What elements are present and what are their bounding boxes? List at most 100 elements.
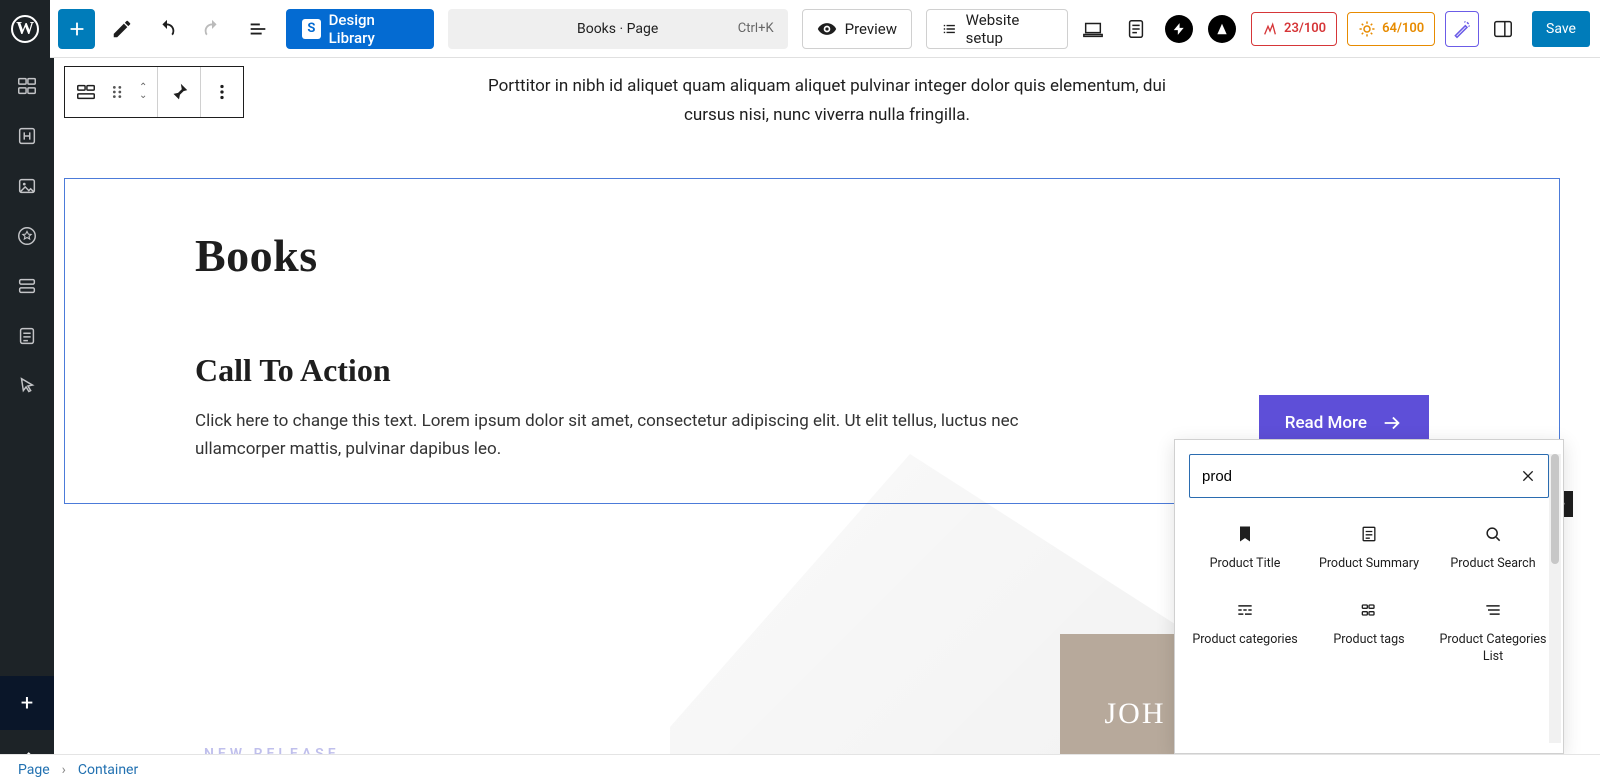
block-parent-segment[interactable] — [158, 67, 201, 117]
sidebar-toggle-button[interactable] — [1485, 9, 1522, 49]
document-title-text: Books · Page — [577, 21, 658, 37]
save-button[interactable]: Save — [1532, 11, 1590, 47]
page-icon — [1125, 18, 1147, 40]
categories-icon — [1233, 598, 1257, 622]
image-icon — [16, 175, 38, 197]
cta-heading[interactable]: Call To Action — [195, 352, 1219, 389]
eye-icon — [817, 19, 837, 39]
inserter-item-label: Product Categories List — [1437, 632, 1549, 665]
editor-canvas: ⌃⌄ Porttitor in nibh id aliquet quam ali… — [54, 58, 1600, 754]
website-setup-label: Website setup — [966, 11, 1054, 47]
container-icon — [75, 81, 97, 103]
pin-icon — [168, 81, 190, 103]
edit-tool-button[interactable] — [103, 9, 140, 49]
block-type-segment[interactable]: ⌃⌄ — [65, 67, 158, 117]
inserter-item-label: Product categories — [1192, 632, 1297, 648]
document-title-button[interactable]: Books · Page Ctrl+K — [448, 9, 788, 49]
preview-label: Preview — [845, 20, 897, 38]
seo-score-value: 23/100 — [1284, 21, 1326, 36]
block-toolbar: ⌃⌄ — [64, 66, 244, 118]
nav-form-button[interactable] — [15, 324, 39, 348]
performance-score-badge[interactable]: 64/100 — [1347, 12, 1435, 46]
breadcrumb-page[interactable]: Page — [18, 762, 50, 778]
top-toolbar: W S Design Library Books · Page Ctrl+K P… — [0, 0, 1600, 58]
inserter-scrollbar[interactable] — [1549, 454, 1561, 743]
inserter-item[interactable]: Product Title — [1185, 512, 1305, 582]
document-title-shortcut: Ctrl+K — [738, 21, 774, 36]
tags-icon — [1357, 598, 1381, 622]
document-overview-button[interactable] — [239, 9, 276, 49]
speed-button[interactable] — [1161, 9, 1198, 49]
inserter-item[interactable]: Product Search — [1433, 512, 1553, 582]
chevron-down-icon: ⌄ — [139, 92, 147, 100]
left-add-button[interactable]: + — [0, 676, 54, 730]
close-icon — [1520, 468, 1536, 484]
wordpress-logo-cell[interactable]: W — [0, 0, 50, 58]
wand-icon — [1452, 19, 1472, 39]
block-inserter-popup: Product Title Product Summary Product Sear… — [1174, 439, 1564, 754]
seo-icon — [1262, 21, 1278, 37]
nav-star-button[interactable] — [15, 224, 39, 248]
inserter-item-label: Product Title — [1210, 556, 1281, 572]
design-library-label: Design Library — [329, 11, 418, 47]
cursor-icon — [16, 375, 38, 397]
ai-wand-button[interactable] — [1445, 11, 1479, 47]
inserter-item[interactable]: Product Summary — [1309, 512, 1429, 582]
nav-heading-button[interactable] — [15, 124, 39, 148]
seo-score-badge[interactable]: 23/100 — [1251, 12, 1337, 46]
hero-paragraph[interactable]: Porttitor in nibh id aliquet quam aliqua… — [467, 72, 1187, 130]
list-icon — [247, 18, 269, 40]
book-cover-text: JOH — [1104, 697, 1165, 731]
search-icon — [1481, 522, 1505, 546]
preview-button[interactable]: Preview — [802, 9, 912, 49]
details-button[interactable] — [1117, 9, 1154, 49]
summary-icon — [1357, 522, 1381, 546]
undo-icon — [156, 18, 178, 40]
cta-paragraph[interactable]: Click here to change this text. Lorem ip… — [195, 407, 1025, 463]
clear-search-button[interactable] — [1520, 468, 1536, 484]
books-heading[interactable]: Books — [195, 229, 1429, 282]
panel-icon — [1492, 18, 1514, 40]
inserter-item[interactable]: Product Categories List — [1433, 588, 1553, 675]
breadcrumb: Page › Container — [0, 754, 1600, 784]
nav-grid-button[interactable] — [15, 74, 39, 98]
mover-arrows[interactable]: ⌃⌄ — [139, 84, 147, 100]
nav-rows-button[interactable] — [15, 274, 39, 298]
inserter-item-label: Product tags — [1333, 632, 1404, 648]
website-setup-button[interactable]: Website setup — [926, 9, 1068, 49]
gear-icon — [1358, 20, 1376, 38]
breadcrumb-container[interactable]: Container — [78, 762, 138, 778]
bookmark-icon — [1233, 522, 1257, 546]
laptop-icon — [1082, 18, 1104, 40]
astra-button[interactable] — [1204, 9, 1241, 49]
performance-score-value: 64/100 — [1382, 21, 1424, 36]
design-library-button[interactable]: S Design Library — [286, 9, 433, 49]
arrow-right-icon — [1381, 412, 1403, 434]
scrollbar-thumb[interactable] — [1551, 454, 1559, 564]
form-icon — [16, 325, 38, 347]
left-nav: + — [0, 58, 54, 784]
inserter-search-input[interactable] — [1202, 468, 1520, 485]
ellipsis-vertical-icon — [211, 81, 233, 103]
nav-cursor-button[interactable] — [15, 374, 39, 398]
astra-icon — [1208, 15, 1236, 43]
chevron-right-icon: › — [62, 762, 66, 778]
inserter-search-box — [1189, 454, 1549, 498]
redo-icon — [201, 18, 223, 40]
inserter-item[interactable]: Product tags — [1309, 588, 1429, 675]
rows-icon — [16, 275, 38, 297]
design-library-icon: S — [302, 19, 321, 39]
redo-button[interactable] — [194, 9, 231, 49]
catlist-icon — [1481, 598, 1505, 622]
bolt-badge-icon — [1165, 15, 1193, 43]
save-label: Save — [1546, 21, 1576, 37]
inserter-item-label: Product Search — [1450, 556, 1535, 572]
drag-handle-icon — [107, 81, 129, 103]
add-block-button[interactable] — [58, 9, 95, 49]
desktop-view-button[interactable] — [1074, 9, 1111, 49]
heading-icon — [16, 125, 38, 147]
undo-button[interactable] — [149, 9, 186, 49]
nav-image-button[interactable] — [15, 174, 39, 198]
inserter-item[interactable]: Product categories — [1185, 588, 1305, 675]
block-options-segment[interactable] — [201, 67, 243, 117]
